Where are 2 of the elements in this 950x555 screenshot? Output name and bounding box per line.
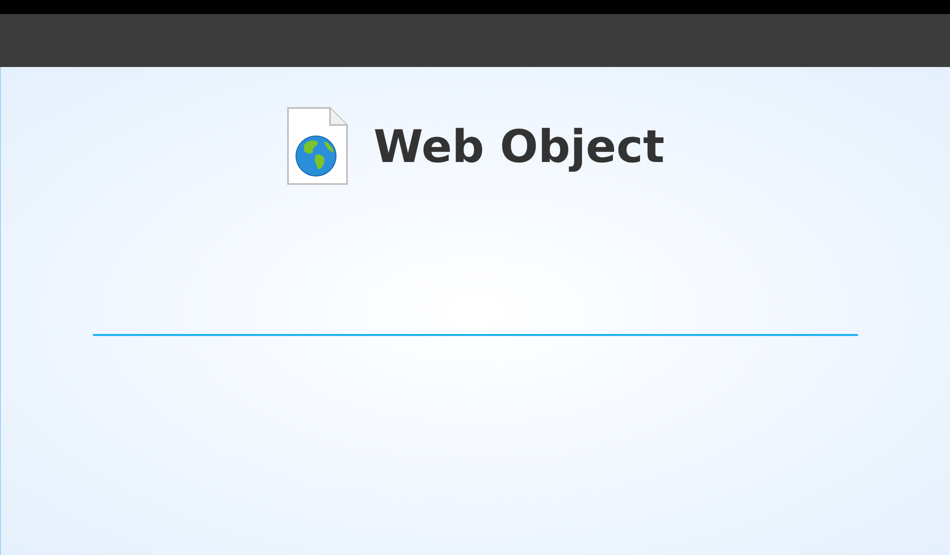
web-document-icon — [286, 107, 350, 186]
page-title: Web Object — [373, 118, 665, 175]
